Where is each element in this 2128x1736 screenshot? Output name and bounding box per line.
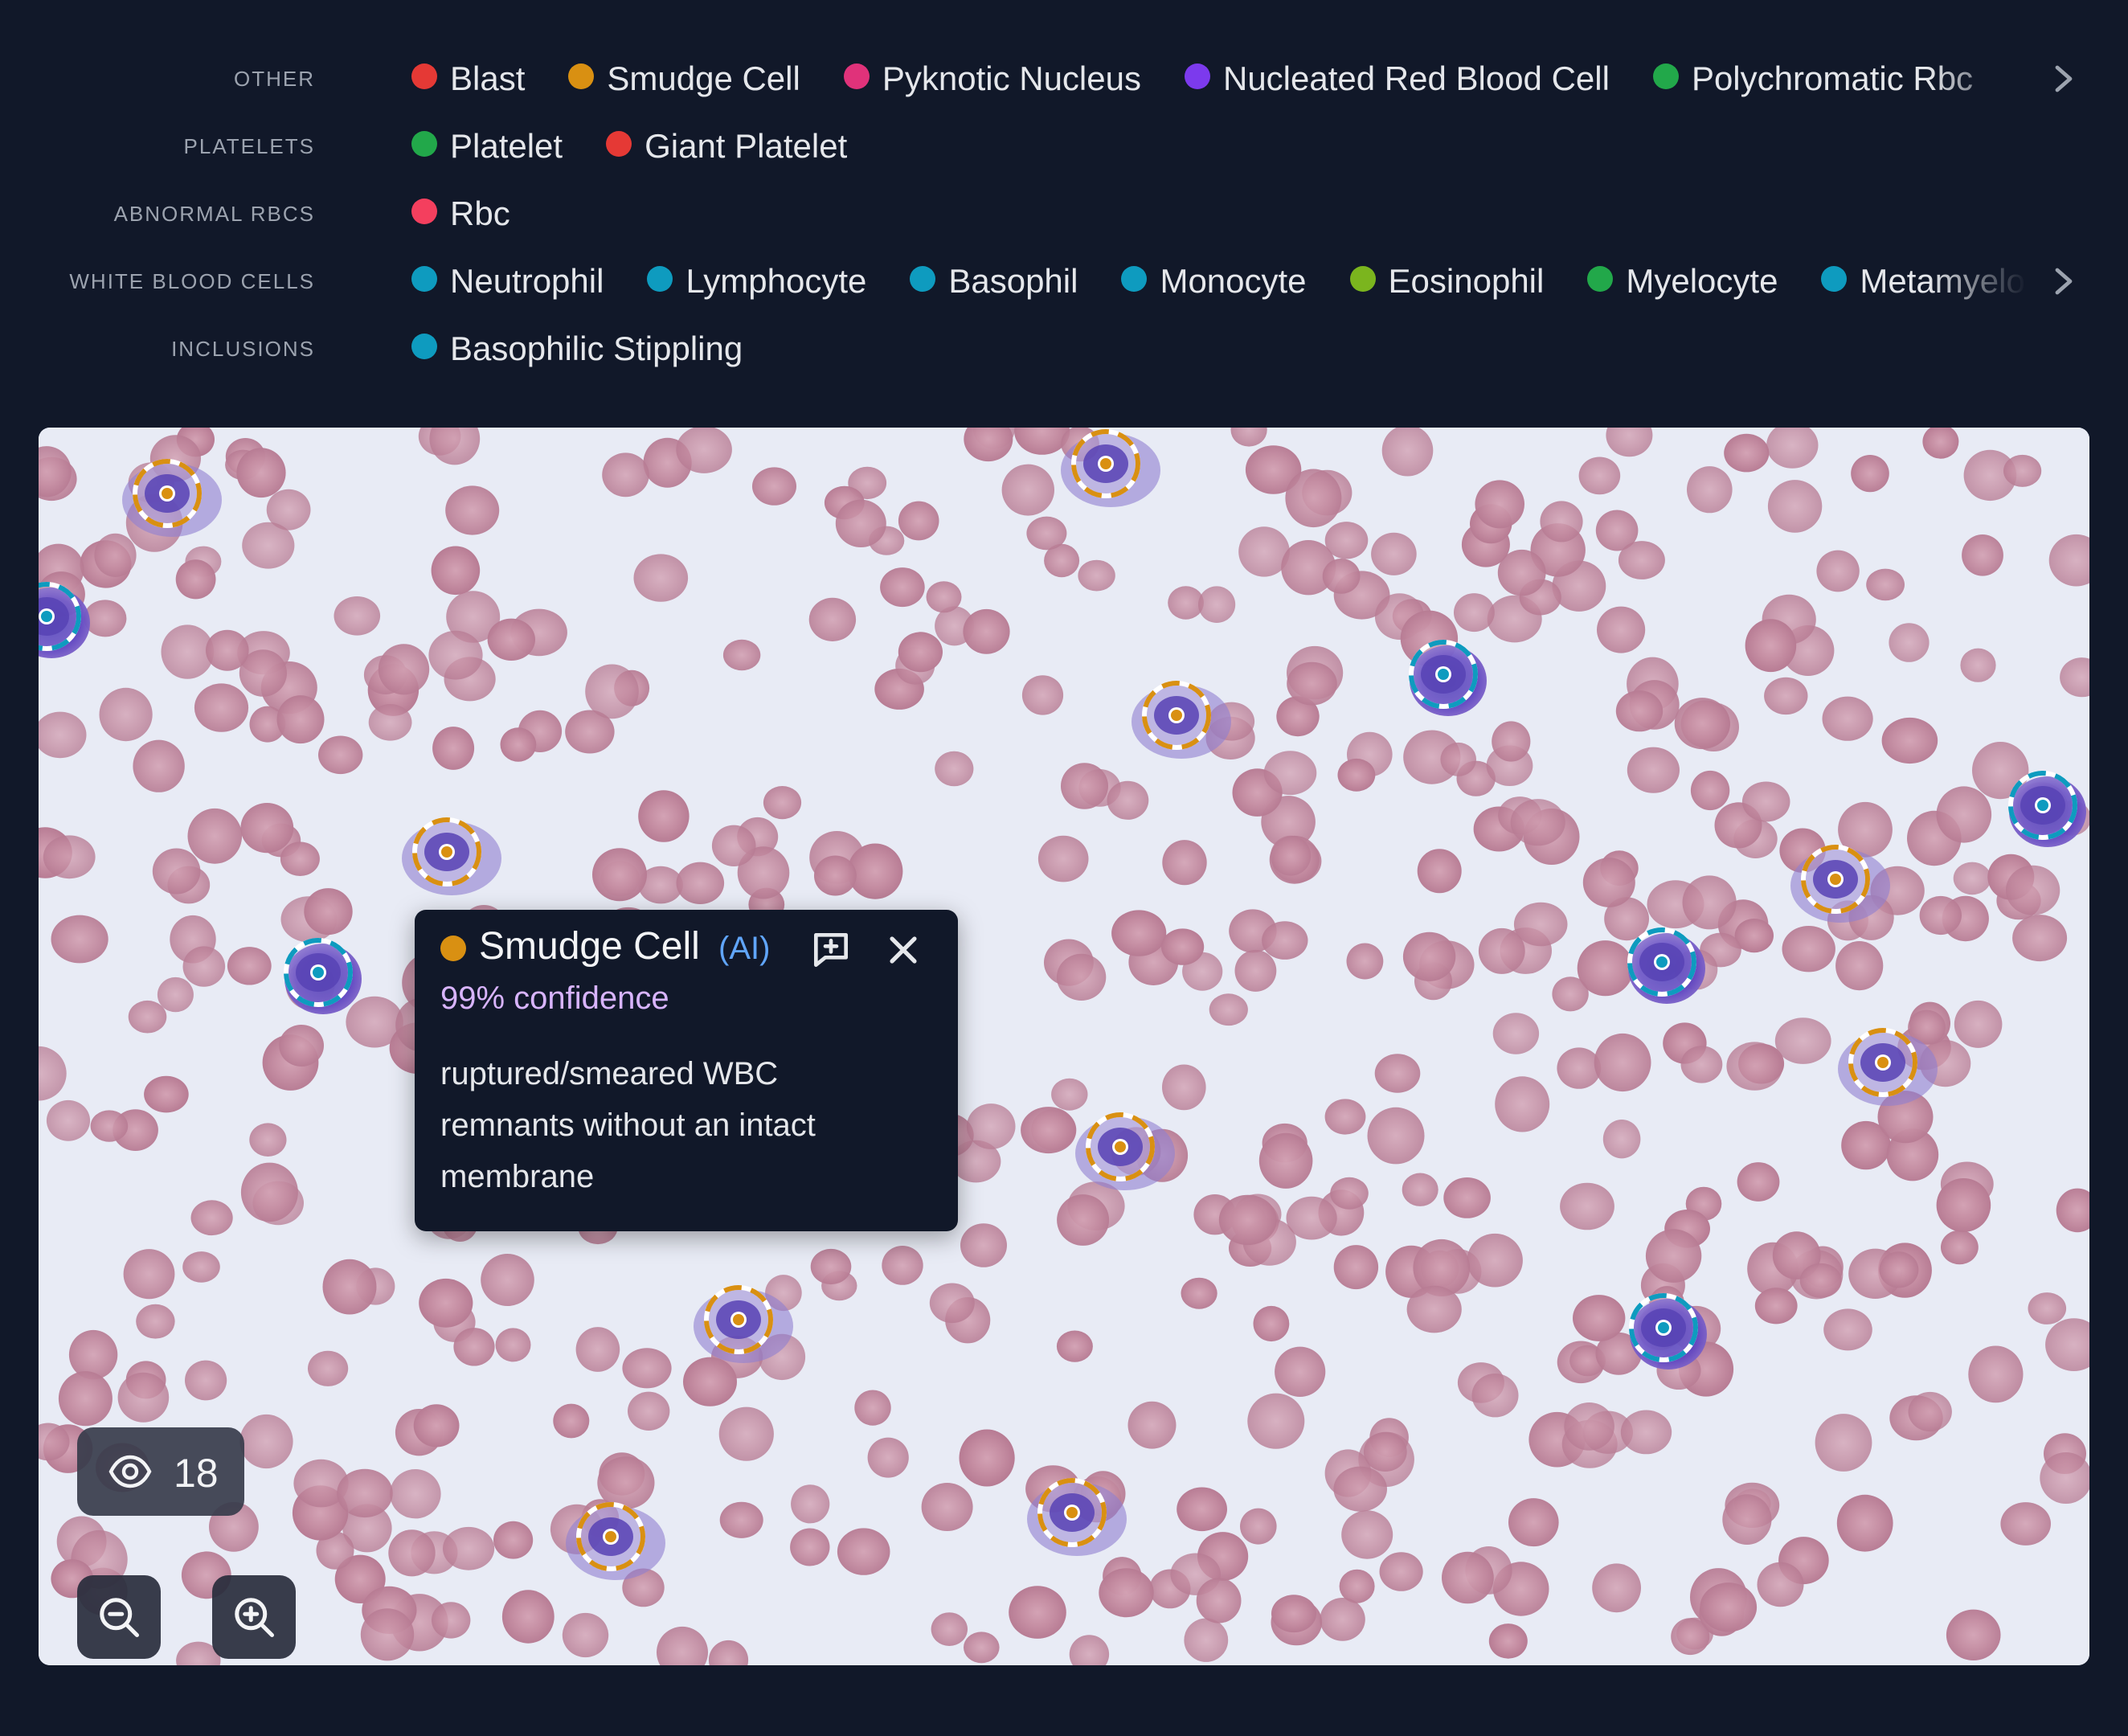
smear-image-viewer[interactable]: Smudge Cell (AI) 99% confidence ruptured… [39,428,2089,1665]
legend-category-label: OTHER [234,67,315,91]
legend-color-dot [411,63,437,89]
close-icon[interactable] [881,927,926,972]
eye-icon [108,1452,153,1495]
add-comment-icon[interactable] [808,927,853,972]
legend-item-blast[interactable]: Blast [411,45,525,113]
legend-color-dot [843,63,870,89]
tooltip-class-dot [440,936,466,961]
legend-color-dot [568,63,595,89]
legend-color-dot [411,266,437,292]
legend-color-dot [1121,266,1148,292]
legend-color-dot [1821,266,1848,292]
legend-items: Rbc [411,180,2027,248]
tooltip-source-tag: (AI) [718,931,771,966]
legend-item-monocyte[interactable]: Monocyte [1121,248,1307,315]
legend-color-dot [411,199,437,224]
smudge-cell-marker[interactable] [1033,1474,1111,1551]
smudge-cell-marker[interactable] [700,1281,777,1358]
legend-item-lymphocyte[interactable]: Lymphocyte [647,248,866,315]
smudge-cell-marker[interactable] [572,1498,649,1575]
legend-color-dot [647,266,673,292]
legend-color-dot [411,131,437,157]
legend-items: Neutrophil Lymphocyte Basophil Monocyte Eosi… [411,248,2027,315]
wbc-marker[interactable] [2004,767,2081,844]
legend-color-dot [1587,266,1614,292]
legend-items: Platelet Giant Platelet [411,113,2027,180]
legend-category-label: PLATELETS [183,134,315,158]
legend-item-label: Monocyte [1160,262,1307,300]
chevron-right-icon[interactable] [2048,257,2080,305]
legend-item-label: Eosinophil [1388,262,1545,300]
legend-category-label: WHITE BLOOD CELLS [69,269,315,293]
legend-item-label: Blast [450,59,526,97]
wbc-marker[interactable] [1405,636,1482,713]
legend-color-dot [910,266,936,292]
legend-items: Basophilic Stippling [411,315,2027,383]
legend-category-label: ABNORMAL RBCS [113,202,315,226]
visible-annotations-toggle[interactable]: 18 [77,1427,244,1516]
legend-color-dot [606,131,632,157]
cell-type-legend: OTHER Blast Smudge Cell Pyknotic Nucleus Nuc… [0,0,2128,418]
legend-item-basophilic-stippling[interactable]: Basophilic Stippling [411,315,743,383]
smudge-cell-marker[interactable] [1082,1108,1159,1185]
legend-item-label: Nucleated Red Blood Cell [1222,59,1610,97]
zoom-in-button[interactable] [212,1575,296,1659]
legend-item-label: Pyknotic Nucleus [882,59,1141,97]
legend-item-label: Basophil [948,262,1078,300]
legend-row-abnormal-rbcs: ABNORMAL RBCS Rbc [0,180,2128,248]
legend-item-pyknotic-nucleus[interactable]: Pyknotic Nucleus [843,45,1141,113]
legend-item-label: Rbc [450,194,510,232]
smudge-cell-marker[interactable] [1138,677,1215,754]
legend-item-label: Metamyelocyte [1860,262,2027,300]
legend-row-platelets: PLATELETS Platelet Giant Platelet [0,113,2128,180]
wbc-marker[interactable] [280,934,357,1011]
legend-item-label: Smudge Cell [607,59,800,97]
legend-item-nucleated-red-blood-cell[interactable]: Nucleated Red Blood Cell [1184,45,1610,113]
legend-item-neutrophil[interactable]: Neutrophil [411,248,604,315]
annotation-tooltip: Smudge Cell (AI) 99% confidence ruptured… [415,910,958,1231]
legend-item-platelet[interactable]: Platelet [411,113,563,180]
visible-count-value: 18 [174,1451,219,1496]
tooltip-confidence: 99% confidence [440,981,669,1016]
legend-category-label: INCLUSIONS [171,337,315,361]
legend-row-other: OTHER Blast Smudge Cell Pyknotic Nucleus Nuc… [0,45,2128,113]
legend-item-label: Basophilic Stippling [450,330,743,367]
legend-item-label: Neutrophil [450,262,604,300]
smudge-cell-marker[interactable] [1797,841,1874,918]
tooltip-description: ruptured/smeared WBC remnants without an… [440,1056,816,1194]
legend-item-label: Lymphocyte [685,262,867,300]
legend-items: Blast Smudge Cell Pyknotic Nucleus Nucleate… [411,45,2027,113]
legend-row-inclusions: INCLUSIONS Basophilic Stippling [0,315,2128,383]
wbc-marker[interactable] [1625,1289,1702,1366]
legend-item-smudge-cell[interactable]: Smudge Cell [568,45,800,113]
smudge-cell-marker[interactable] [408,813,485,891]
legend-item-label: Myelocyte [1626,262,1778,300]
zoom-out-button[interactable] [77,1575,161,1659]
legend-item-myelocyte[interactable]: Myelocyte [1587,248,1778,315]
legend-item-metamyelocyte[interactable]: Metamyelocyte [1821,248,2027,315]
smudge-cell-marker[interactable] [129,455,206,532]
legend-item-polychromatic-rbc[interactable]: Polychromatic Rbc [1652,45,1974,113]
legend-item-eosinophil[interactable]: Eosinophil [1349,248,1545,315]
smudge-cell-marker[interactable] [1067,428,1144,502]
legend-color-dot [1349,266,1376,292]
legend-color-dot [411,334,437,359]
legend-row-white-blood-cells: WHITE BLOOD CELLS Neutrophil Lymphocyte Bas… [0,248,2128,315]
legend-item-giant-platelet[interactable]: Giant Platelet [606,113,847,180]
chevron-right-icon[interactable] [2048,55,2080,103]
wbc-marker[interactable] [1623,923,1700,1001]
legend-item-basophil[interactable]: Basophil [910,248,1078,315]
legend-color-dot [1184,63,1210,89]
legend-item-label: Polychromatic Rbc [1691,59,1974,97]
legend-item-label: Platelet [450,127,563,165]
legend-item-rbc[interactable]: Rbc [411,180,510,248]
smudge-cell-marker[interactable] [1844,1024,1921,1101]
wbc-marker[interactable] [39,578,85,655]
legend-item-label: Giant Platelet [645,127,848,165]
legend-color-dot [1652,63,1679,89]
tooltip-class-label: Smudge Cell [479,925,700,968]
